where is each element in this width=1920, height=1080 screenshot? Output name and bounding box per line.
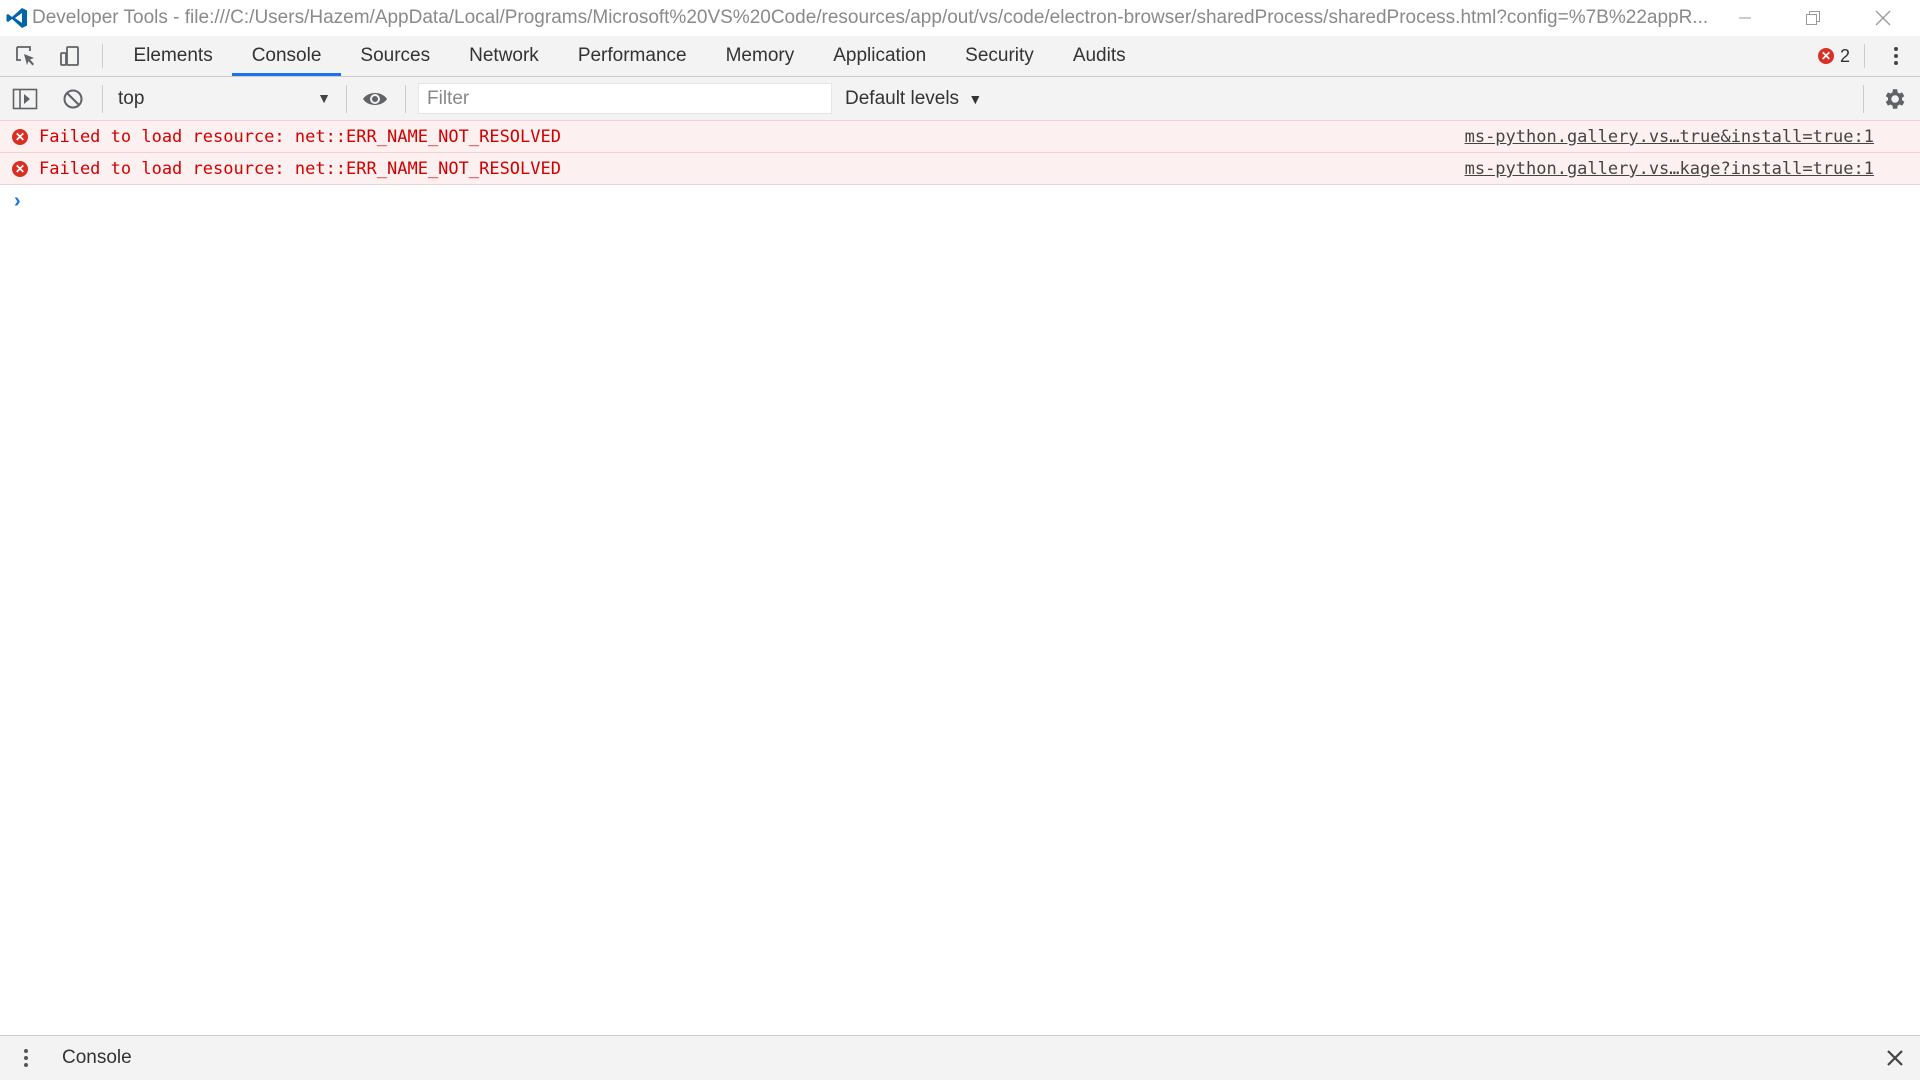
chevron-down-icon: ▼ <box>968 91 983 107</box>
error-icon: ✕ <box>12 129 28 145</box>
tab-application[interactable]: Application <box>814 36 946 76</box>
drawer-menu-icon[interactable] <box>18 1044 34 1072</box>
window-titlebar: Developer Tools - file:///C:/Users/Hazem… <box>0 0 1920 36</box>
console-error-message[interactable]: ✕ Failed to load resource: net::ERR_NAME… <box>0 152 1920 185</box>
window-title: Developer Tools - file:///C:/Users/Hazem… <box>32 7 1709 28</box>
tab-security[interactable]: Security <box>946 36 1054 76</box>
gear-icon[interactable] <box>1880 85 1908 113</box>
clear-console-icon[interactable] <box>59 85 87 113</box>
console-error-message[interactable]: ✕ Failed to load resource: net::ERR_NAME… <box>0 120 1920 153</box>
vscode-logo-icon <box>2 3 32 33</box>
filter-input[interactable] <box>418 83 832 114</box>
tab-audits[interactable]: Audits <box>1053 36 1145 76</box>
log-levels-label: Default levels <box>845 88 960 109</box>
chevron-down-icon: ▼ <box>317 90 331 106</box>
minimize-button[interactable] <box>1710 0 1780 36</box>
tab-elements[interactable]: Elements <box>114 36 232 76</box>
message-text: Failed to load resource: net::ERR_NAME_N… <box>39 127 561 147</box>
error-count: 2 <box>1840 45 1851 66</box>
inspect-element-icon[interactable] <box>12 42 40 70</box>
console-prompt-chevron-icon[interactable]: › <box>14 190 21 213</box>
context-value: top <box>118 88 145 109</box>
console-toolbar: top ▼ Default levels ▼ <box>0 77 1920 121</box>
panel-tabs: Elements Console Sources Network Perform… <box>114 36 1145 76</box>
more-options-icon[interactable] <box>1886 42 1906 70</box>
devtools-tabbar: Elements Console Sources Network Perform… <box>0 36 1920 77</box>
console-messages: ✕ Failed to load resource: net::ERR_NAME… <box>0 120 1920 185</box>
message-source-link[interactable]: ms-python.gallery.vs…kage?install=true:1 <box>1465 159 1874 179</box>
tab-sources[interactable]: Sources <box>341 36 450 76</box>
log-levels-dropdown[interactable]: Default levels ▼ <box>845 83 982 114</box>
device-toolbar-icon[interactable] <box>56 42 84 70</box>
tab-console[interactable]: Console <box>232 36 341 76</box>
close-window-button[interactable] <box>1848 0 1918 36</box>
message-text: Failed to load resource: net::ERR_NAME_N… <box>39 159 561 179</box>
drawer-tab-console[interactable]: Console <box>62 1036 132 1080</box>
show-sidebar-icon[interactable] <box>11 85 39 113</box>
error-icon: ✕ <box>12 161 28 177</box>
error-icon: ✕ <box>1818 48 1834 64</box>
message-source-link[interactable]: ms-python.gallery.vs…true&install=true:1 <box>1465 127 1874 147</box>
error-count-badge[interactable]: ✕ 2 <box>1818 44 1850 68</box>
eye-icon[interactable] <box>361 85 389 113</box>
restore-button[interactable] <box>1778 0 1848 36</box>
tab-memory[interactable]: Memory <box>706 36 814 76</box>
tab-performance[interactable]: Performance <box>558 36 706 76</box>
close-icon[interactable] <box>1881 1044 1909 1072</box>
drawer-bar: Console <box>0 1035 1920 1080</box>
context-selector[interactable]: top ▼ <box>109 83 337 114</box>
tab-network[interactable]: Network <box>450 36 559 76</box>
